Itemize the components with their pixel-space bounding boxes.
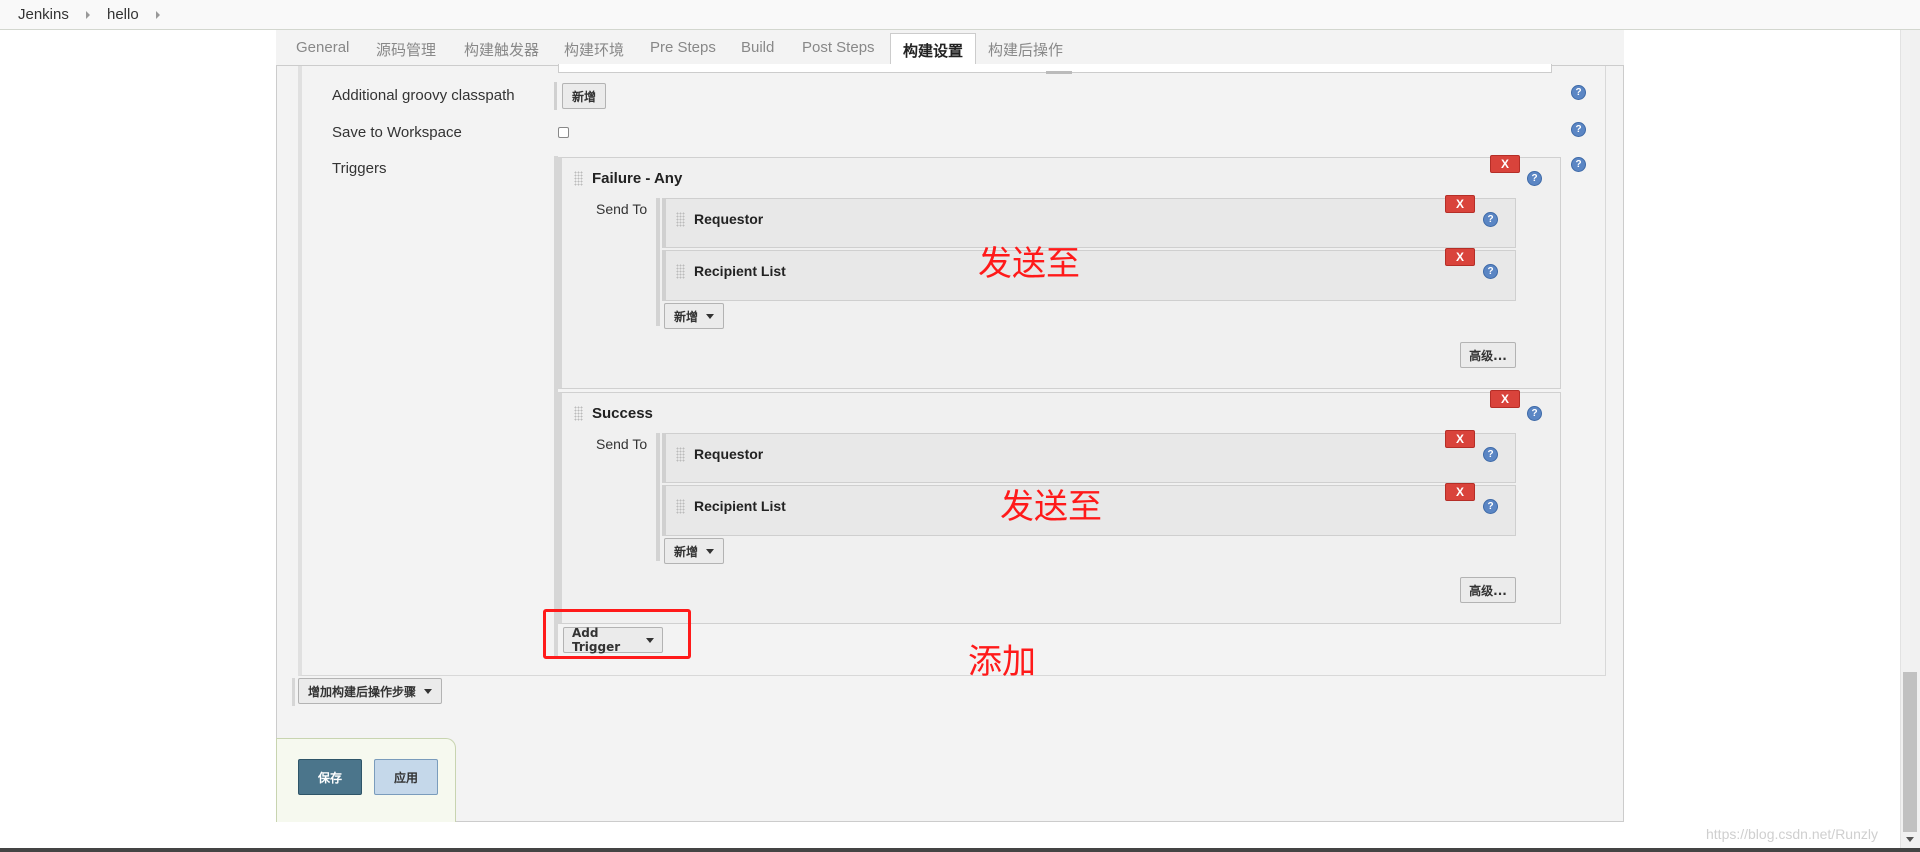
drag-handle-icon[interactable] [676, 212, 685, 227]
help-icon[interactable]: ? [1483, 447, 1498, 462]
recipient-requestor [662, 433, 1516, 483]
help-icon[interactable]: ? [1571, 122, 1586, 137]
help-icon[interactable]: ? [1527, 171, 1542, 186]
tab-build-settings[interactable]: 构建设置 [890, 33, 977, 67]
add-recipient-button[interactable]: 新增 [664, 303, 724, 329]
groovy-add-button[interactable]: 新增 [562, 83, 606, 109]
save-button[interactable]: 保存 [298, 759, 362, 795]
help-icon[interactable]: ? [1483, 212, 1498, 227]
remove-recipient-button[interactable]: X [1445, 430, 1475, 448]
remove-recipient-button[interactable]: X [1445, 248, 1475, 266]
apply-button[interactable]: 应用 [374, 759, 438, 795]
annotation-send-to: 发送至 [1000, 487, 1102, 527]
annotation-add: 添加 [968, 642, 1036, 682]
send-to-marker [656, 198, 660, 326]
breadcrumb-hello[interactable]: hello [107, 6, 139, 23]
tab-general[interactable]: General [296, 39, 349, 56]
add-recipient-label: 新增 [673, 544, 698, 559]
recipient-label: Requestor [694, 211, 764, 227]
recipient-label: Recipient List [694, 263, 786, 279]
recipient-list [662, 250, 1516, 301]
tab-build[interactable]: Build [741, 39, 774, 56]
window-bottom-edge [0, 848, 1920, 852]
breadcrumb-jenkins[interactable]: Jenkins [18, 6, 69, 23]
chevron-right-icon[interactable] [86, 11, 90, 19]
advanced-button[interactable]: 高级... [1460, 577, 1516, 603]
help-icon[interactable]: ? [1527, 406, 1542, 421]
annotation-send-to: 发送至 [978, 244, 1080, 284]
tab-build-environment[interactable]: 构建环境 [564, 39, 624, 60]
recipient-label: Requestor [694, 446, 764, 462]
resize-handle[interactable] [1046, 71, 1072, 74]
caret-down-icon [424, 688, 432, 694]
drag-handle-icon[interactable] [676, 447, 685, 462]
advanced-button[interactable]: 高级... [1460, 342, 1516, 368]
remove-recipient-button[interactable]: X [1445, 483, 1475, 501]
drag-handle-icon[interactable] [574, 406, 583, 421]
scrollbar-thumb[interactable] [1903, 672, 1917, 832]
breadcrumb: Jenkins hello [0, 0, 1920, 30]
drag-handle-icon[interactable] [574, 171, 583, 186]
help-icon[interactable]: ? [1571, 85, 1586, 100]
row-marker [554, 82, 557, 110]
tab-post-steps[interactable]: Post Steps [802, 39, 875, 56]
scroll-down-icon[interactable] [1906, 837, 1914, 842]
help-icon[interactable]: ? [1571, 157, 1586, 172]
remove-trigger-button[interactable]: X [1490, 155, 1520, 173]
chevron-right-icon[interactable] [156, 11, 160, 19]
watermark: https://blog.csdn.net/Runzly [1706, 826, 1878, 842]
trigger-title: Failure - Any [592, 170, 683, 187]
triggers-label: Triggers [332, 160, 387, 177]
annotation-highlight-box [543, 609, 691, 659]
recipient-requestor [662, 198, 1516, 248]
remove-trigger-button[interactable]: X [1490, 390, 1520, 408]
remove-recipient-button[interactable]: X [1445, 195, 1475, 213]
help-icon[interactable]: ? [1483, 499, 1498, 514]
send-to-label: Send To [596, 201, 648, 217]
caret-down-icon [706, 548, 714, 554]
drag-handle-icon[interactable] [676, 264, 685, 279]
add-recipient-button[interactable]: 新增 [664, 538, 724, 564]
caret-down-icon [706, 313, 714, 319]
send-to-marker [656, 433, 660, 561]
add-post-build-step-button[interactable]: 增加构建后操作步骤 [298, 678, 442, 704]
add-recipient-label: 新增 [673, 309, 698, 324]
tab-post-build-actions[interactable]: 构建后操作 [988, 39, 1063, 60]
help-icon[interactable]: ? [1483, 264, 1498, 279]
row-marker [292, 678, 295, 706]
save-to-workspace-label: Save to Workspace [332, 124, 462, 141]
tab-pre-steps[interactable]: Pre Steps [650, 39, 716, 56]
groovy-classpath-label: Additional groovy classpath [332, 87, 515, 104]
drag-handle-icon[interactable] [676, 499, 685, 514]
tab-source-code[interactable]: 源码管理 [376, 39, 436, 60]
trigger-title: Success [592, 405, 653, 422]
send-to-label: Send To [596, 436, 648, 452]
save-to-workspace-checkbox[interactable] [558, 127, 569, 138]
add-post-build-step-label: 增加构建后操作步骤 [307, 684, 416, 699]
config-tabs: General 源码管理 构建触发器 构建环境 Pre Steps Build … [276, 30, 1624, 67]
recipient-label: Recipient List [694, 498, 786, 514]
tab-build-triggers[interactable]: 构建触发器 [464, 39, 539, 60]
